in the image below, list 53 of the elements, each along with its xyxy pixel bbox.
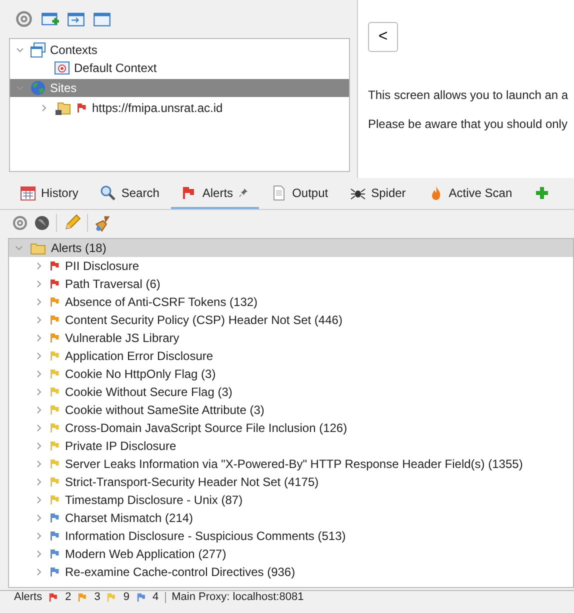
alert-label[interactable]: Path Traversal (6) [65,275,160,293]
import-context-icon[interactable] [67,10,85,28]
tab[interactable]: Output [261,178,338,209]
info-text: This screen allows you to launch an a [368,87,570,104]
target-icon[interactable] [15,10,33,28]
flag-icon [76,102,88,114]
alert-count: 4 [152,592,159,603]
alert-label[interactable]: Application Error Disclosure [65,347,214,365]
alert-label[interactable]: Strict-Transport-Security Header Not Set (4175) [65,473,319,491]
pin-icon[interactable] [238,187,250,198]
target-icon[interactable] [12,215,28,231]
alert-label[interactable]: Cross-Domain JavaScript Source File Inclusion (126) [65,419,348,437]
alert-label[interactable]: Cookie without SameSite Attribute (3) [65,401,264,419]
tree-node-label[interactable]: Contexts [50,41,98,59]
tree-node-label[interactable]: Default Context [74,59,157,77]
alert-label[interactable]: Vulnerable JS Library [65,329,180,347]
alert-count: 3 [94,592,100,603]
windows-icon [30,42,46,58]
alert-label[interactable]: Cookie No HttpOnly Flag (3) [65,365,216,383]
alert-label[interactable]: Charset Mismatch (214) [65,509,194,527]
alert-label[interactable]: Cookie Without Secure Flag (3) [65,383,232,401]
alert-label[interactable]: Content Security Policy (CSP) Header Not Set (446) [65,311,342,329]
pencil-icon[interactable] [63,214,81,232]
target-window-icon [54,60,70,76]
tab[interactable]: History [10,178,88,209]
alert-label[interactable]: Absence of Anti-CSRF Tokens (132) [65,293,258,311]
tab[interactable]: Active Scan [418,178,522,209]
tree-row[interactable]: Sites [10,79,349,97]
calendar-icon [20,184,36,200]
locked-folder-icon [54,100,72,116]
plus-icon [534,184,550,200]
alert-label[interactable]: Re-examine Cache-control Directives (936) [65,563,296,581]
tree-node-label[interactable]: Sites [50,79,77,97]
back-button[interactable]: < [368,22,398,52]
new-context-icon[interactable] [41,10,59,28]
document-icon [271,184,288,200]
tree-node-label[interactable]: Alerts (18) [51,239,106,257]
search-icon [100,184,116,200]
tab[interactable]: Search [90,178,170,209]
tab[interactable]: Spider [340,178,416,209]
status-label: Alerts [14,592,42,603]
alert-label[interactable]: Modern Web Application (277) [65,545,226,563]
info-text: Please be aware that you should only [368,116,568,133]
alert-count: 9 [123,592,130,603]
alert-count: 2 [65,592,72,603]
alert-label[interactable]: Server Leaks Information via "X-Powered-By" HTTP Response Header Field(s) (1355) [65,455,523,473]
alert-label[interactable]: Information Disclosure - Suspicious Comments (513) [65,527,346,545]
tab[interactable]: Alerts [171,178,260,209]
alert-label[interactable]: Timestamp Disclosure - Unix (87) [65,491,243,509]
alert-label[interactable]: PII Disclosure [65,257,140,275]
tree-node-label[interactable]: https://fmipa.unsrat.ac.id [92,99,223,117]
proxy-status: Main Proxy: localhost:8081 [172,592,304,603]
alert-label[interactable]: Private IP Disclosure [65,437,176,455]
